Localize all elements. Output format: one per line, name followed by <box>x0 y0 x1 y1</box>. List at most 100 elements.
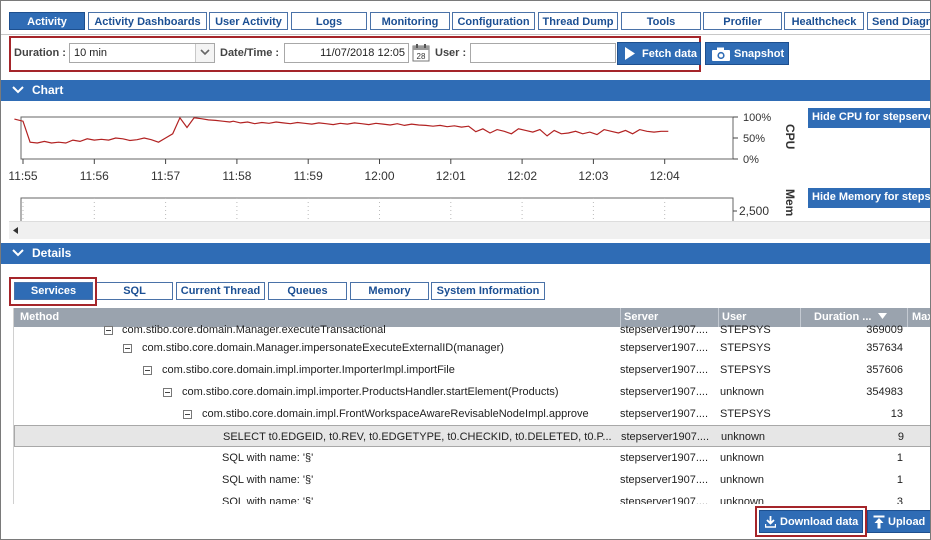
table-row[interactable]: com.stibo.core.domain.impl.importer.Impo… <box>14 359 930 381</box>
row-server: stepserver1907.... <box>620 342 709 354</box>
tab-thread-dump[interactable]: Thread Dump <box>538 12 618 30</box>
cpu-axis-label: CPU <box>783 124 797 149</box>
download-data-label: Download data <box>780 516 859 528</box>
datetime-input[interactable]: 11/07/2018 12:05 <box>284 43 409 63</box>
tab-send-diagnostics[interactable]: Send Diagnostics <box>867 12 930 30</box>
row-server: stepserver1907.... <box>620 324 709 336</box>
details-section-title: Details <box>32 246 72 260</box>
upload-icon <box>873 515 885 529</box>
tab-user-activity[interactable]: User Activity <box>209 12 288 30</box>
arrow-left-icon[interactable] <box>13 227 18 234</box>
x-tick-label: 11:58 <box>222 169 251 183</box>
fetch-data-button[interactable]: Fetch data <box>617 42 701 65</box>
row-server: stepserver1907.... <box>620 408 709 420</box>
row-server: stepserver1907.... <box>620 452 709 464</box>
chart-section-header[interactable]: Chart <box>1 80 930 101</box>
tab-tools[interactable]: Tools <box>621 12 701 30</box>
duration-label: Duration : <box>14 47 66 59</box>
row-method: SELECT t0.EDGEID, t0.REV, t0.EDGETYPE, t… <box>223 431 612 443</box>
x-tick-label: 11:59 <box>294 169 323 183</box>
download-data-button[interactable]: Download data <box>759 510 863 533</box>
table-row[interactable]: SQL with name: '§' stepserver1907.... un… <box>14 491 930 504</box>
app-frame: Activity Activity Dashboards User Activi… <box>0 0 931 540</box>
x-tick-label: 12:04 <box>650 169 680 183</box>
y-tick-label: 50% <box>743 133 765 145</box>
upload-label: Upload <box>888 516 926 528</box>
row-method: SQL with name: '§' <box>222 474 314 486</box>
user-label: User : <box>435 47 467 59</box>
row-user: unknown <box>720 474 765 486</box>
chart-area: 100% 50% 0% CPU 11:55 11:56 11:57 11:58 11:59 12:… <box>1 101 930 221</box>
table-row[interactable]: com.stibo.core.domain.Manager.impersonat… <box>14 337 930 359</box>
table-row[interactable]: SQL with name: '§' stepserver1907.... un… <box>14 469 930 491</box>
detail-tab-bar: Services SQL Current Thread Queues Memor… <box>1 267 930 305</box>
y-tick-label: 0% <box>743 154 759 166</box>
row-server: stepserver1907.... <box>620 364 709 376</box>
row-method: com.stibo.core.domain.impl.importer.Prod… <box>182 386 559 398</box>
tab-profiler[interactable]: Profiler <box>703 12 782 30</box>
tab-logs[interactable]: Logs <box>291 12 367 30</box>
memory-plot-frame <box>20 197 734 221</box>
tab-queues[interactable]: Queues <box>268 282 347 300</box>
row-method: com.stibo.core.domain.impl.importer.Impo… <box>162 364 455 376</box>
chart-horizontal-scrollbar[interactable] <box>9 221 930 239</box>
calendar-icon[interactable]: 28 <box>412 43 430 62</box>
tab-activity[interactable]: Activity <box>9 12 85 30</box>
table-row[interactable]: SQL with name: '§' stepserver1907.... un… <box>14 447 930 469</box>
row-duration: 1 <box>896 452 903 464</box>
details-section-header[interactable]: Details <box>1 243 930 264</box>
tab-system-information[interactable]: System Information <box>431 282 545 300</box>
tab-sql[interactable]: SQL <box>96 282 173 300</box>
collapse-icon[interactable] <box>163 388 172 397</box>
row-method: com.stibo.core.domain.impl.FrontWorkspac… <box>202 408 589 420</box>
collapse-icon[interactable] <box>123 344 132 353</box>
row-server: stepserver1907.... <box>620 386 709 398</box>
tab-healthcheck[interactable]: Healthcheck <box>784 12 864 30</box>
x-tick-label: 11:55 <box>8 169 37 183</box>
hide-memory-button[interactable]: Hide Memory for stepserver1907 <box>808 188 930 208</box>
services-tab-highlight <box>9 277 97 306</box>
tab-configuration[interactable]: Configuration <box>452 12 535 30</box>
row-duration: 354983 <box>866 386 903 398</box>
duration-value: 10 min <box>74 47 108 59</box>
chevron-down-icon <box>12 86 24 94</box>
play-icon <box>625 47 635 60</box>
collapse-icon[interactable] <box>143 366 152 375</box>
tab-memory[interactable]: Memory <box>350 282 429 300</box>
row-user: STEPSYS <box>720 408 771 420</box>
table-row[interactable]: com.stibo.core.domain.impl.importer.Prod… <box>14 381 930 403</box>
tab-activity-dashboards[interactable]: Activity Dashboards <box>88 12 207 30</box>
row-method: SQL with name: '§' <box>222 496 314 504</box>
filter-toolbar: Duration : 10 min Date/Time : 11/07/2018… <box>9 36 701 72</box>
tab-current-thread[interactable]: Current Thread <box>176 282 265 300</box>
camera-icon <box>712 47 730 61</box>
memory-y-tick-label: 2,500 <box>739 204 769 218</box>
row-duration: 357606 <box>866 364 903 376</box>
upload-button[interactable]: Upload <box>867 510 930 533</box>
svg-text:28: 28 <box>417 52 426 61</box>
row-user: STEPSYS <box>720 342 771 354</box>
x-tick-label: 12:01 <box>436 169 466 183</box>
snapshot-button[interactable]: Snapshot <box>705 42 789 65</box>
row-user: STEPSYS <box>720 364 771 376</box>
table-row[interactable]: com.stibo.core.domain.impl.FrontWorkspac… <box>14 403 930 425</box>
collapse-icon[interactable] <box>183 410 192 419</box>
memory-axis-label: Mem <box>783 189 797 216</box>
duration-select[interactable]: 10 min <box>69 43 215 63</box>
x-tick-label: 11:56 <box>80 169 109 183</box>
hide-cpu-button[interactable]: Hide CPU for stepserver1907 <box>808 108 930 128</box>
row-user: unknown <box>720 496 765 504</box>
row-method: com.stibo.core.domain.Manager.impersonat… <box>142 342 504 354</box>
row-server: stepserver1907.... <box>620 474 709 486</box>
user-input[interactable] <box>470 43 616 63</box>
tab-monitoring[interactable]: Monitoring <box>370 12 450 30</box>
collapse-icon[interactable] <box>104 326 113 335</box>
row-user: unknown <box>721 431 766 443</box>
snapshot-label: Snapshot <box>734 48 785 60</box>
fetch-data-label: Fetch data <box>642 48 698 60</box>
table-row-selected[interactable]: SELECT t0.EDGEID, t0.REV, t0.EDGETYPE, t… <box>14 425 930 447</box>
row-user: unknown <box>720 386 765 398</box>
x-tick-label: 11:57 <box>151 169 180 183</box>
chevron-down-icon[interactable] <box>195 44 214 62</box>
row-method: com.stibo.core.domain.Manager.executeTra… <box>122 324 386 336</box>
